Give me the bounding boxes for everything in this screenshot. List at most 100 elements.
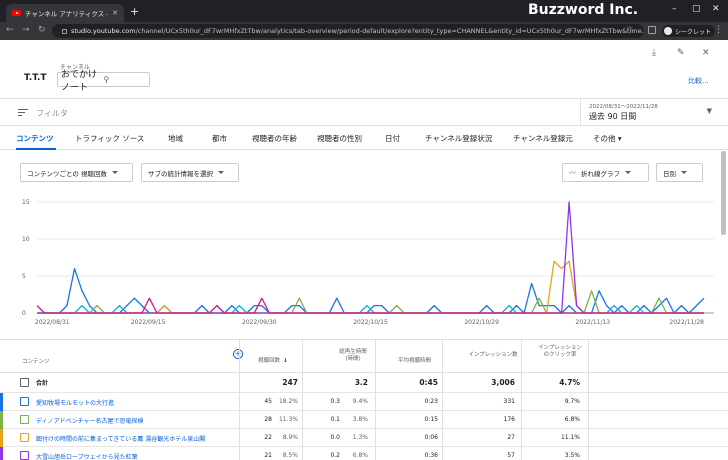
column-divider (588, 447, 589, 460)
metric-select-label: コンテンツごとの 視聴回数 (27, 169, 108, 178)
series-line-5 (37, 201, 704, 314)
active-tab-indicator (16, 148, 56, 150)
incognito-badge[interactable]: シークレット (662, 25, 716, 37)
tab-subscription-status[interactable]: チャンネル登録状況 (425, 133, 492, 144)
caret-down-icon (218, 171, 224, 174)
tab-geography[interactable]: 地域 (168, 133, 183, 144)
column-divider (588, 429, 589, 446)
table-row-3: 餌付けの時間の前に集まってきている鷹 湯谷観光ホテル泉山閣 22 8.9% 0.… (0, 429, 728, 447)
tab-content[interactable]: コンテンツ (16, 133, 54, 144)
filter-input[interactable]: フィルタ (36, 108, 68, 119)
filter-bar: フィルタ 2022/08/31～2022/11/28 過去 90 日間 ▼ (0, 98, 728, 126)
tab-more-label: その他 (593, 134, 616, 143)
browser-menu-icon[interactable]: ⋮ (714, 25, 723, 35)
column-divider (302, 393, 303, 410)
close-icon[interactable]: ✕ (702, 48, 710, 58)
total-watch-time: 3.2 (354, 378, 368, 387)
tab-more[interactable]: その他 ▾ (593, 133, 622, 144)
line-chart-icon: 〰 (569, 168, 576, 177)
column-divider (375, 393, 376, 410)
reload-icon[interactable]: ↻ (38, 25, 46, 35)
watch-time-value: 0.2 (330, 452, 340, 459)
bookmark-star-icon[interactable]: ☆ (626, 24, 633, 33)
maximize-icon[interactable]: ▢ (692, 4, 701, 14)
x-tick-label: 2022/10/15 (353, 319, 388, 326)
total-checkbox[interactable] (20, 378, 29, 387)
views-percent: 8.9% (282, 434, 298, 441)
tab-viewer-gender[interactable]: 視聴者の性別 (317, 133, 362, 144)
brand-overlay: Buzzword Inc. (528, 2, 639, 18)
row-checkbox[interactable] (20, 415, 29, 424)
channel-select[interactable]: おでかけノート ⚲ (57, 70, 150, 93)
tab-traffic-source[interactable]: トラフィック ソース (75, 133, 144, 144)
avg-duration-value: 0:06 (424, 434, 438, 441)
tab-viewer-age[interactable]: 視聴者の年齢 (252, 133, 297, 144)
watch-time-value: 0.1 (330, 416, 340, 423)
video-title-link[interactable]: ディノアドベンチャー名古屋で恐竜探検 (36, 416, 144, 425)
row-checkbox[interactable] (20, 451, 29, 460)
table-row-4: 大雪山旭岳ロープウェイから見た紅葉 21 8.5% 0.2 6.8% 0:36 … (0, 447, 728, 460)
forward-icon[interactable]: → (22, 25, 30, 35)
youtube-favicon-icon (12, 10, 21, 16)
video-title-link[interactable]: 愛知牧場モルモットの大行進 (36, 398, 114, 407)
browser-tab[interactable]: チャンネル アナリティクス - YouTube S ✕ (6, 4, 124, 22)
column-divider (375, 429, 376, 446)
secondary-metric-label: サブの統計情報を選択 (148, 169, 213, 178)
watch-time-percent: 3.8% (352, 416, 368, 423)
filter-icon[interactable] (18, 109, 28, 118)
header-avg-duration[interactable]: 平均視聴時間 (398, 358, 431, 365)
granularity-select[interactable]: 日別 (656, 163, 703, 182)
browser-titlebar: チャンネル アナリティクス - YouTube S ✕ + Buzzword I… (0, 0, 728, 22)
series-line-2 (37, 304, 704, 314)
tab-city[interactable]: 都市 (212, 133, 227, 144)
search-icon: ⚲ (103, 75, 110, 84)
new-tab-icon[interactable]: + (130, 5, 139, 18)
column-divider (521, 340, 522, 374)
incognito-icon (664, 27, 672, 35)
row-checkbox[interactable] (20, 433, 29, 442)
column-divider (588, 411, 589, 428)
impressions-value: 27 (507, 434, 515, 441)
table-body: 愛知牧場モルモットの大行進 45 18.2% 0.3 9.4% 0:23 331… (0, 393, 728, 460)
tab-subscription-source[interactable]: チャンネル登録元 (513, 133, 573, 144)
watch-time-value: 0.3 (330, 398, 340, 405)
header-impressions[interactable]: インプレッション数 (468, 352, 518, 359)
window-close-icon[interactable]: ✕ (712, 4, 720, 14)
download-icon[interactable]: ⤓ (652, 48, 656, 58)
chart-type-select[interactable]: 〰 折れ線グラフ (562, 163, 649, 182)
column-divider (239, 340, 240, 374)
header-ctr[interactable]: インプレッションのクリック率 (536, 345, 584, 359)
column-divider (375, 340, 376, 374)
caret-down-icon (625, 171, 631, 174)
feedback-icon[interactable]: ✎ (677, 48, 685, 58)
sort-desc-icon: ↓ (283, 358, 288, 364)
video-title-link[interactable]: 餌付けの時間の前に集まってきている鷹 湯谷観光ホテル泉山閣 (36, 434, 205, 443)
column-divider (375, 373, 376, 392)
url-input[interactable]: studio.youtube.com/channel/UCx5th0ur_dF7… (52, 24, 644, 38)
minimize-icon[interactable]: – (672, 4, 677, 14)
x-tick-label: 2022/08/31 (35, 319, 70, 326)
series-line-4 (37, 260, 704, 314)
back-icon[interactable]: ← (6, 25, 14, 35)
tab-close-icon[interactable]: ✕ (112, 9, 124, 17)
watch-time-value: 0.0 (330, 434, 340, 441)
header-watch-time[interactable]: 総再生時間 (時間) (333, 349, 373, 363)
video-title-link[interactable]: 大雪山旭岳ロープウェイから見た紅葉 (36, 452, 138, 460)
header-views[interactable]: 視聴回数 ↓ (258, 358, 288, 365)
metric-select[interactable]: コンテンツごとの 視聴回数 (20, 163, 133, 182)
compare-link[interactable]: 比較... (688, 76, 709, 86)
column-divider (375, 447, 376, 460)
side-panel-icon[interactable] (648, 26, 656, 34)
header-content: コンテンツ (22, 359, 50, 365)
period-selector[interactable]: 2022/08/31～2022/11/28 過去 90 日間 ▼ (580, 99, 728, 126)
table-header: コンテンツ + 視聴回数 ↓ 総再生時間 (時間) 平均視聴時間 インプレッション… (0, 339, 728, 374)
add-column-icon[interactable]: + (233, 349, 243, 359)
column-divider (302, 340, 303, 374)
row-checkbox[interactable] (20, 397, 29, 406)
column-divider (588, 393, 589, 410)
total-ctr: 4.7% (559, 378, 580, 387)
tab-date[interactable]: 日付 (385, 133, 400, 144)
secondary-metric-select[interactable]: サブの統計情報を選択 (141, 163, 239, 182)
x-tick-label: 2022/10/29 (464, 319, 499, 326)
table-row-total: 合計 247 3.2 0:45 3,006 4.7% (0, 373, 728, 393)
